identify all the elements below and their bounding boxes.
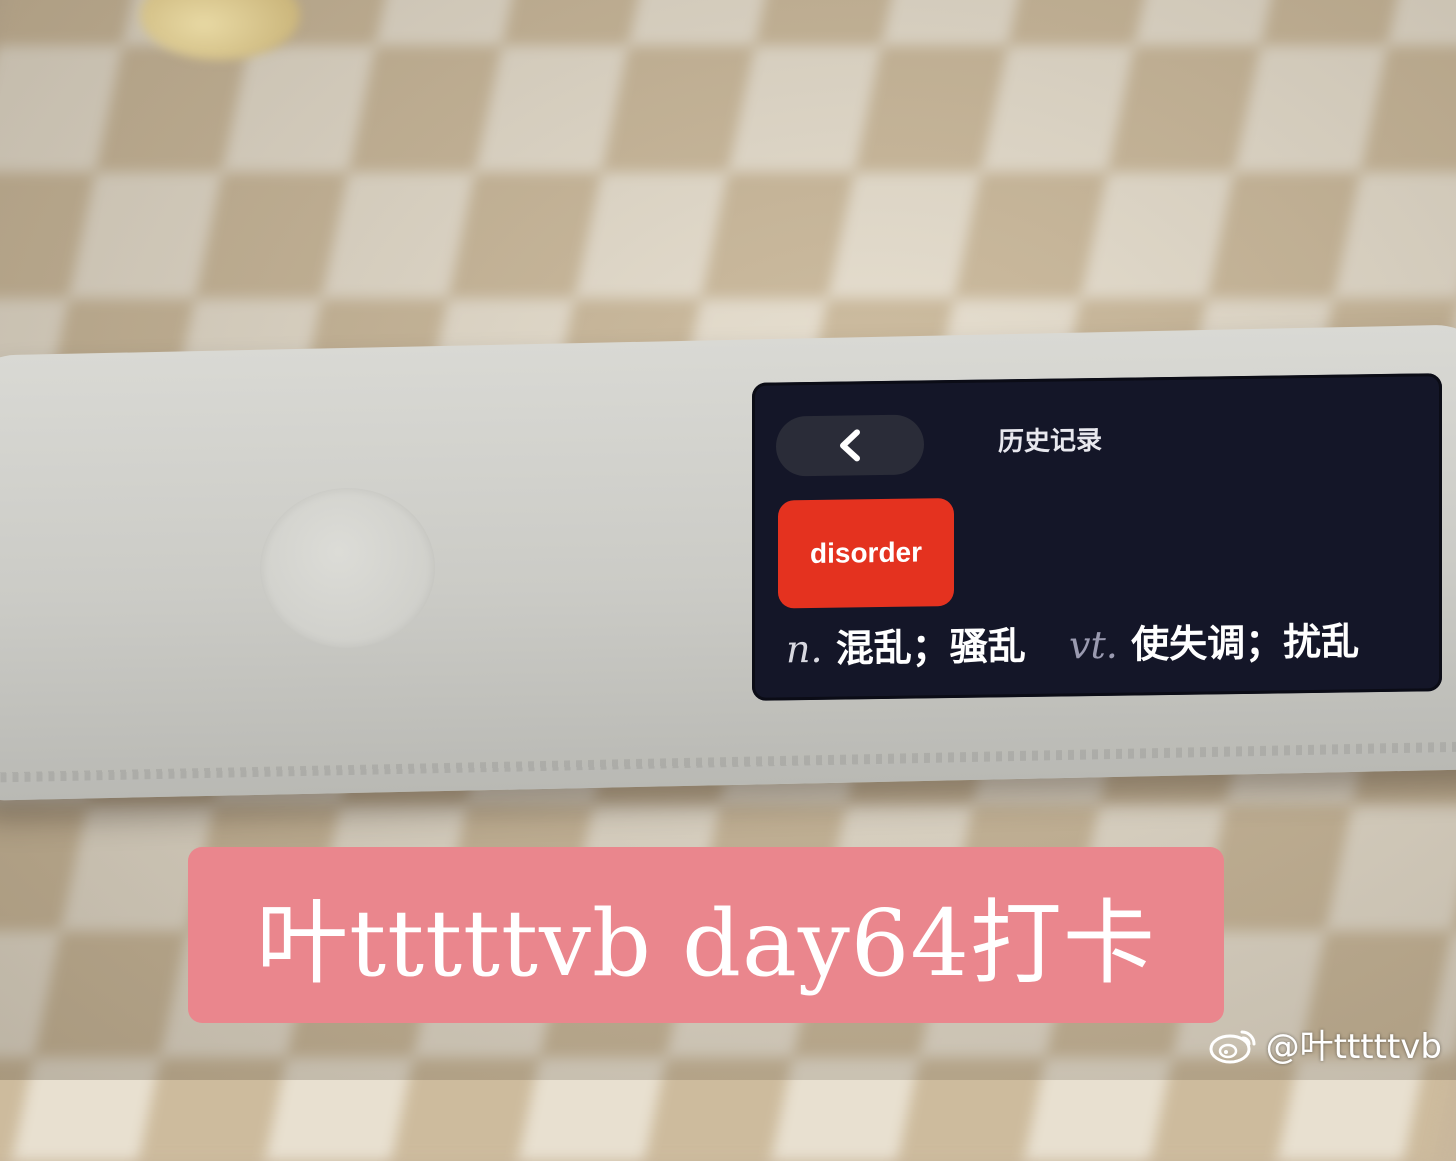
weibo-logo-icon [1209, 1030, 1256, 1063]
chevron-left-icon [840, 429, 860, 462]
definition-line: n. 混乱；骚乱 vt. 使失调；扰乱 [786, 610, 1359, 673]
watermark: @叶tttttvb [1208, 1019, 1442, 1068]
noun-meaning: 混乱；骚乱 [835, 623, 1026, 671]
watermark-text: @叶tttttvb [1265, 1027, 1442, 1067]
screen-title: 历史记录 [998, 425, 1103, 458]
pos-noun: n. [786, 626, 823, 672]
verb-meaning: 使失调；扰乱 [1131, 619, 1360, 667]
back-button[interactable] [776, 414, 924, 477]
word-text: disorder [809, 536, 923, 570]
device-screen: 历史记录 disorder n. 混乱；骚乱 vt. 使失调；扰乱 [752, 373, 1442, 701]
pos-verb: vt. [1069, 622, 1118, 668]
caption-banner: 叶tttttvb day64打卡 [188, 847, 1224, 1023]
device-round-button[interactable] [258, 486, 437, 650]
word-card[interactable]: disorder [778, 497, 954, 609]
caption-text: 叶tttttvb day64打卡 [256, 889, 1156, 997]
